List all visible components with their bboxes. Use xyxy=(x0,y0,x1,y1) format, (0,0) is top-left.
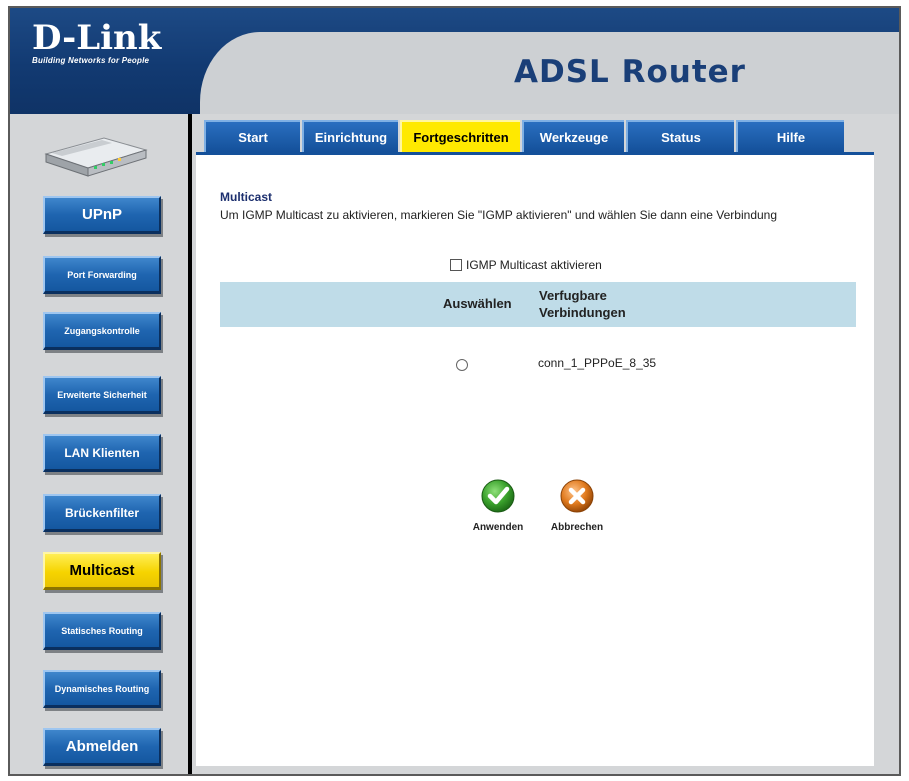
column-header-connections-line1: Verfugbare xyxy=(539,288,607,303)
igmp-enable-checkbox[interactable] xyxy=(450,259,462,271)
x-icon xyxy=(560,479,594,513)
connection-radio[interactable] xyxy=(456,359,468,371)
product-title: ADSL Router xyxy=(514,54,746,90)
sidebar-item-statisches-routing[interactable]: Statisches Routing xyxy=(43,612,161,650)
sidebar-item-port-forwarding[interactable]: Port Forwarding xyxy=(43,256,161,294)
connection-name: conn_1_PPPoE_8_35 xyxy=(538,356,657,370)
tab-werkzeuge[interactable]: Werkzeuge xyxy=(522,120,624,152)
apply-button[interactable]: Anwenden xyxy=(463,478,533,533)
tab-start[interactable]: Start xyxy=(204,120,300,152)
cancel-label: Abbrechen xyxy=(550,522,604,533)
dlink-logo: D-Link Building Networks for People xyxy=(32,20,161,65)
tab-einrichtung[interactable]: Einrichtung xyxy=(302,120,398,152)
logo-wordmark: D-Link xyxy=(32,18,162,58)
igmp-checkbox-row: IGMP Multicast aktivieren xyxy=(450,258,602,272)
check-icon xyxy=(481,479,515,513)
apply-label: Anwenden xyxy=(472,522,524,533)
tab-fortgeschritten[interactable]: Fortgeschritten xyxy=(400,120,520,152)
cancel-button[interactable]: Abbrechen xyxy=(542,478,612,533)
sidebar-item-erweiterte-sicherheit[interactable]: Erweiterte Sicherheit xyxy=(43,376,161,414)
sidebar-item-lan-klienten[interactable]: LAN Klienten xyxy=(43,434,161,472)
header-banner: D-Link Building Networks for People ADSL… xyxy=(10,8,899,114)
tab-bar: Start Einrichtung Fortgeschritten Werkze… xyxy=(196,120,874,152)
tab-status[interactable]: Status xyxy=(626,120,734,152)
logo-tagline: Building Networks for People xyxy=(32,56,150,65)
sidebar-item-upnp[interactable]: UPnP xyxy=(43,196,161,234)
column-header-select: Auswählen xyxy=(443,296,512,311)
sidebar-item-zugangskontrolle[interactable]: Zugangskontrolle xyxy=(43,312,161,350)
connections-table-header: Auswählen Verfugbare Verbindungen xyxy=(220,282,856,327)
igmp-checkbox-label: IGMP Multicast aktivieren xyxy=(466,258,602,272)
sidebar-item-dynamisches-routing[interactable]: Dynamisches Routing xyxy=(43,670,161,708)
sidebar-item-abmelden[interactable]: Abmelden xyxy=(43,728,161,766)
sidebar-divider xyxy=(188,114,192,774)
sidebar: UPnP Port Forwarding Zugangskontrolle Er… xyxy=(10,114,188,774)
column-header-connections-line2: Verbindungen xyxy=(539,305,626,320)
sidebar-item-brueckenfilter[interactable]: Brückenfilter xyxy=(43,494,161,532)
router-device-icon xyxy=(44,137,148,177)
section-title: Multicast xyxy=(220,190,273,204)
tab-underline xyxy=(196,152,874,155)
section-description: Um IGMP Multicast zu aktivieren, markier… xyxy=(220,208,778,222)
sidebar-item-multicast[interactable]: Multicast xyxy=(43,552,161,590)
tab-hilfe[interactable]: Hilfe xyxy=(736,120,844,152)
column-header-connections: Verfugbare Verbindungen xyxy=(539,287,626,321)
